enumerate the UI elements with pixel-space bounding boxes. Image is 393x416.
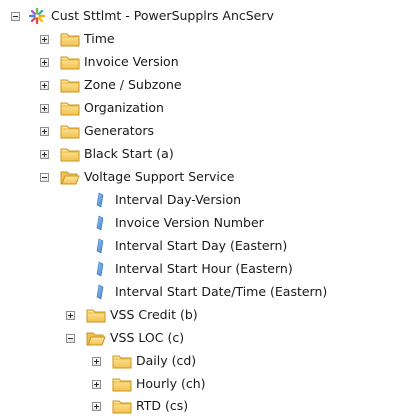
folder-open-icon xyxy=(86,330,106,346)
expand-toggle-icon[interactable] xyxy=(40,149,49,159)
node-label: Daily (cd) xyxy=(136,353,197,368)
field-icon xyxy=(95,238,105,254)
expand-toggle-icon[interactable] xyxy=(40,103,49,113)
field-label: Invoice Version Number xyxy=(115,215,264,230)
node-label: VSS LOC (c) xyxy=(110,330,185,345)
expand-toggle-icon[interactable] xyxy=(40,126,49,136)
tree-node-root[interactable]: Cust Sttlmt - PowerSupplrs AncServ xyxy=(11,6,274,26)
node-label: Zone / Subzone xyxy=(84,77,182,92)
tree-field-interval-start-hour[interactable]: Interval Start Hour (Eastern) xyxy=(95,259,293,279)
node-label: Voltage Support Service xyxy=(84,169,235,184)
tree-node-rtd[interactable]: RTD (cs) xyxy=(92,396,188,416)
node-label: VSS Credit (b) xyxy=(110,307,198,322)
folder-icon xyxy=(60,77,80,93)
tree-field-interval-start-day[interactable]: Interval Start Day (Eastern) xyxy=(95,236,287,256)
node-label: Hourly (ch) xyxy=(136,376,206,391)
tree-node-daily[interactable]: Daily (cd) xyxy=(92,351,196,371)
folder-icon xyxy=(60,54,80,70)
expand-toggle-icon[interactable] xyxy=(40,80,49,90)
collapse-toggle-icon[interactable] xyxy=(66,333,75,343)
expand-toggle-icon[interactable] xyxy=(40,57,49,67)
tree-node-hourly[interactable]: Hourly (ch) xyxy=(92,374,206,394)
field-label: Interval Start Hour (Eastern) xyxy=(115,261,293,276)
folder-icon xyxy=(60,123,80,139)
node-label: Invoice Version xyxy=(84,54,179,69)
folder-open-icon xyxy=(60,169,80,185)
tree-node-generators[interactable]: Generators xyxy=(40,121,154,141)
tree-node-vss-credit[interactable]: VSS Credit (b) xyxy=(66,305,198,325)
tree-field-invoice-version-number[interactable]: Invoice Version Number xyxy=(95,213,264,233)
expand-toggle-icon[interactable] xyxy=(66,310,75,320)
field-icon xyxy=(95,215,105,231)
node-label: Generators xyxy=(84,123,154,138)
field-label: Interval Day-Version xyxy=(115,192,242,207)
node-label: RTD (cs) xyxy=(136,398,189,413)
expand-toggle-icon[interactable] xyxy=(92,356,101,366)
node-label: Time xyxy=(84,31,115,46)
folder-icon xyxy=(60,100,80,116)
tree-node-invoice-version[interactable]: Invoice Version xyxy=(40,52,179,72)
node-label: Black Start (a) xyxy=(84,146,174,161)
cube-star-icon xyxy=(28,7,46,25)
tree-node-organization[interactable]: Organization xyxy=(40,98,164,118)
field-label: Interval Start Date/Time (Eastern) xyxy=(115,284,328,299)
field-icon xyxy=(95,284,105,300)
expand-toggle-icon[interactable] xyxy=(92,401,101,411)
collapse-toggle-icon[interactable] xyxy=(40,172,49,182)
collapse-toggle-icon[interactable] xyxy=(11,11,20,21)
tree-field-interval-day-version[interactable]: Interval Day-Version xyxy=(95,190,241,210)
tree-node-zone-subzone[interactable]: Zone / Subzone xyxy=(40,75,182,95)
field-label: Interval Start Day (Eastern) xyxy=(115,238,288,253)
folder-icon xyxy=(60,146,80,162)
folder-icon xyxy=(112,398,132,414)
expand-toggle-icon[interactable] xyxy=(92,379,101,389)
tree-node-time[interactable]: Time xyxy=(40,29,115,49)
root-label: Cust Sttlmt - PowerSupplrs AncServ xyxy=(51,8,274,23)
folder-icon xyxy=(60,31,80,47)
folder-icon xyxy=(112,376,132,392)
field-icon xyxy=(95,261,105,277)
folder-icon xyxy=(112,353,132,369)
field-icon xyxy=(95,192,105,208)
folder-icon xyxy=(86,307,106,323)
tree-view: Cust Sttlmt - PowerSupplrs AncServ Time … xyxy=(0,0,393,416)
tree-node-black-start[interactable]: Black Start (a) xyxy=(40,144,174,164)
tree-node-vss-loc[interactable]: VSS LOC (c) xyxy=(66,328,184,348)
tree-node-voltage-support[interactable]: Voltage Support Service xyxy=(40,167,234,187)
tree-field-interval-start-datetime[interactable]: Interval Start Date/Time (Eastern) xyxy=(95,282,327,302)
expand-toggle-icon[interactable] xyxy=(40,34,49,44)
node-label: Organization xyxy=(84,100,164,115)
